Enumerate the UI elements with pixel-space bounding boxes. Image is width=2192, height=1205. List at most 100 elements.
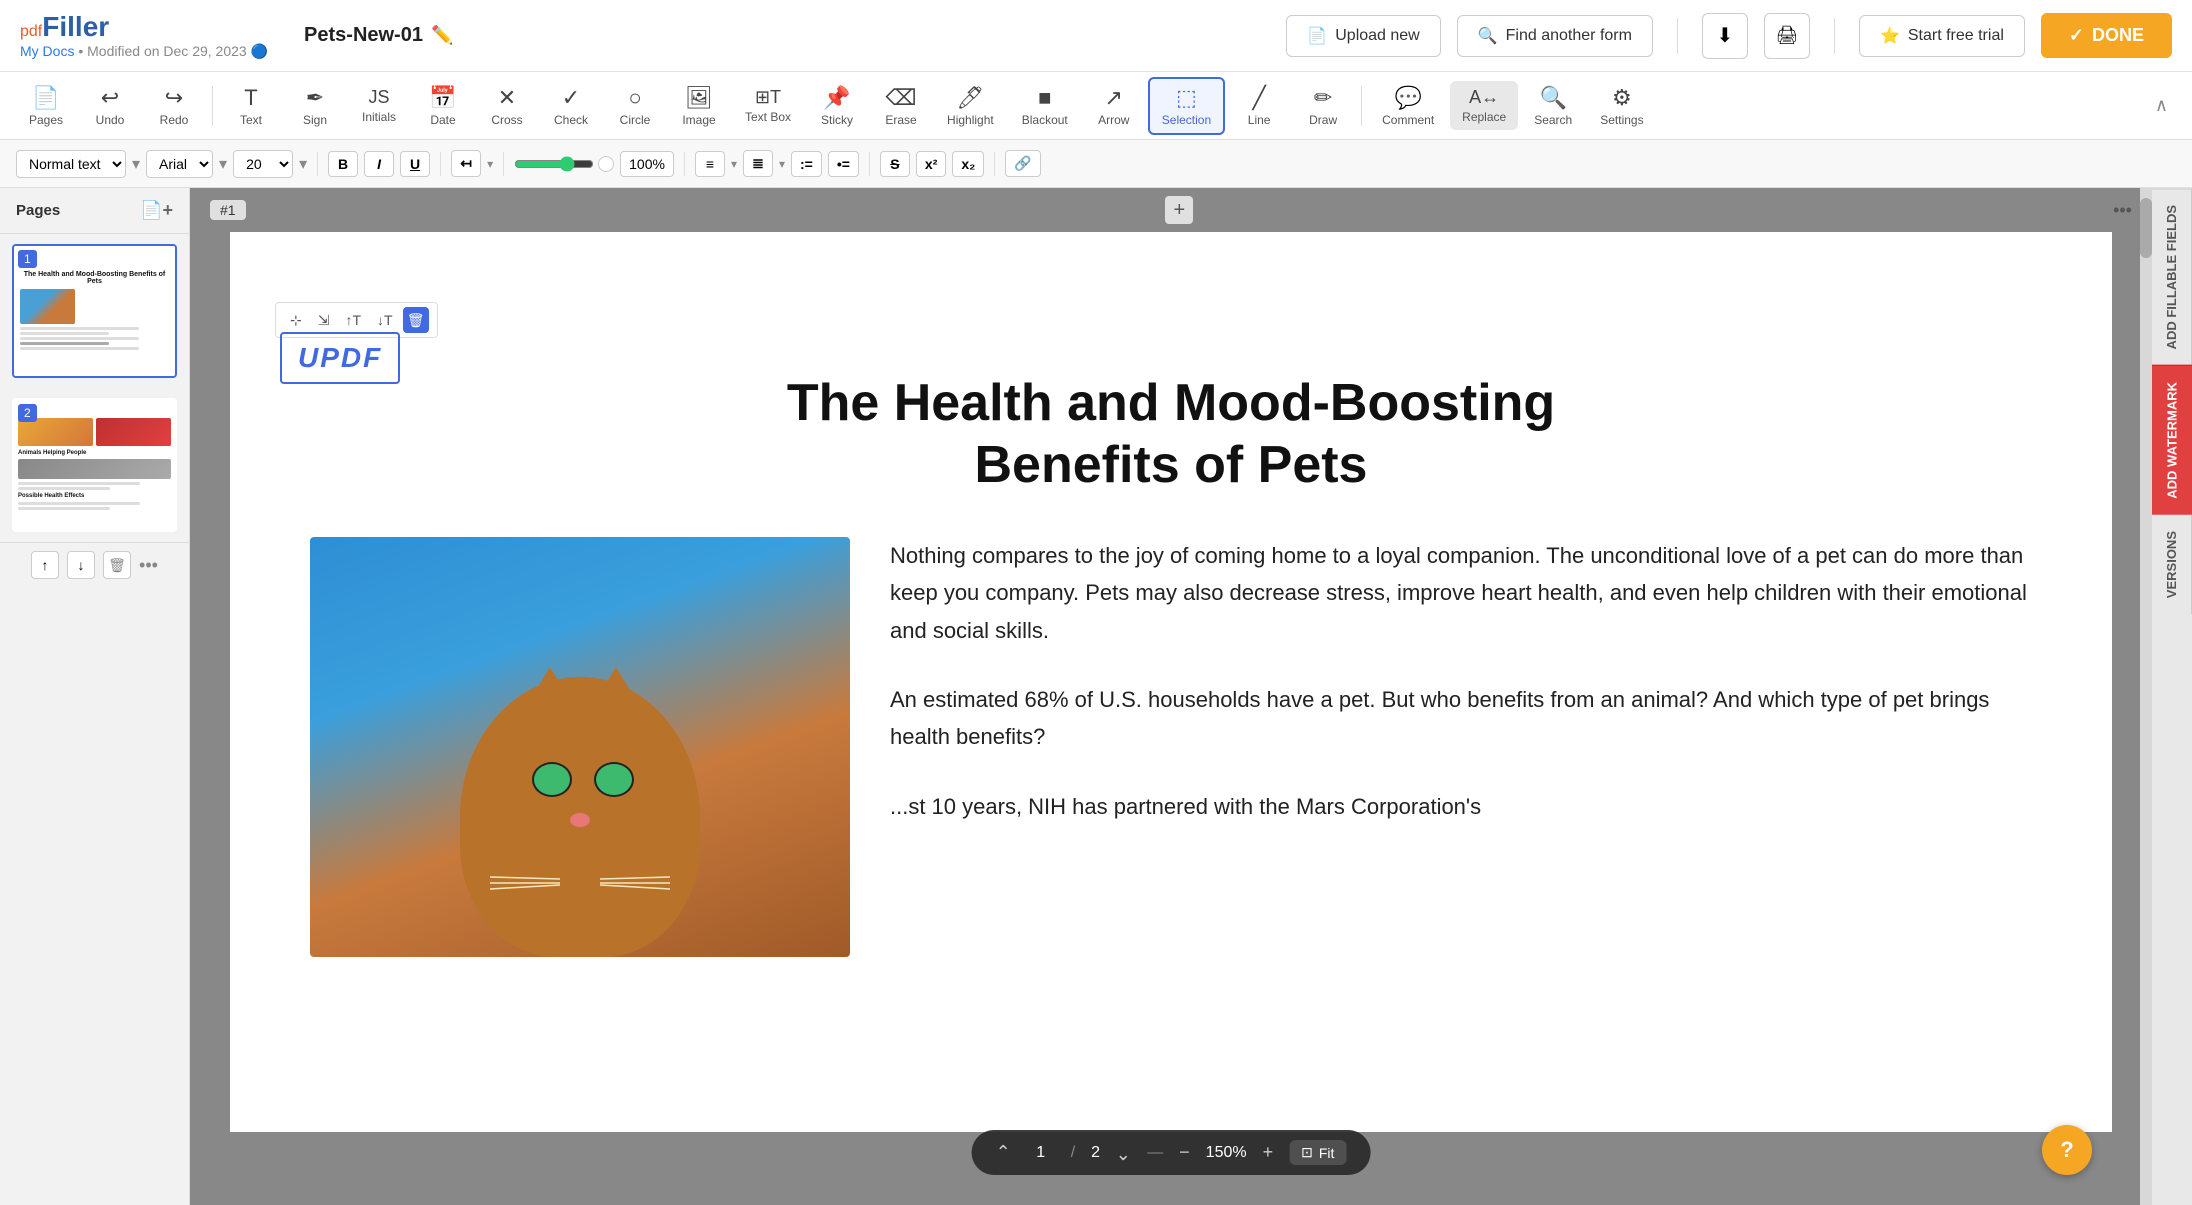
font-size-select[interactable]: 20 <box>233 150 293 178</box>
pdf-title-line1: The Health and Mood-Boosting <box>787 374 1555 432</box>
tool-cross[interactable]: ✕ Cross <box>477 79 537 133</box>
page-down-button[interactable]: ↓ <box>67 551 95 579</box>
pages-panel-add-icon[interactable]: 📄+ <box>140 200 173 221</box>
list-unordered-button[interactable]: •= <box>828 151 859 177</box>
italic-button[interactable]: I <box>364 151 394 177</box>
tool-pages[interactable]: 📄 Pages <box>16 79 76 133</box>
textbox-icon: ⊞T <box>755 87 781 108</box>
tool-line[interactable]: ╱ Line <box>1229 79 1289 133</box>
list-ordered-button[interactable]: := <box>791 151 822 177</box>
tool-date[interactable]: 📅 Date <box>413 79 473 133</box>
stamp-resize-up-icon[interactable]: ↑T <box>339 308 367 332</box>
nav-prev-button[interactable]: ⌃ <box>996 1142 1011 1163</box>
page-delete-button[interactable]: 🗑 <box>103 551 131 579</box>
tool-arrow[interactable]: ↗ Arrow <box>1084 79 1144 133</box>
cat-eye-left <box>532 762 572 797</box>
cross-label: Cross <box>491 113 522 127</box>
subscript-button[interactable]: x₂ <box>952 151 984 177</box>
thumb-line-9 <box>18 507 110 510</box>
pdf-paragraph-1: Nothing compares to the joy of coming ho… <box>890 537 2032 649</box>
page-up-button[interactable]: ↑ <box>31 551 59 579</box>
fit-button[interactable]: ⊡ Fit <box>1289 1140 1346 1165</box>
tool-draw[interactable]: ✏ Draw <box>1293 79 1353 133</box>
done-button[interactable]: ✓ DONE <box>2041 13 2172 58</box>
versions-tab[interactable]: VERSIONS <box>2152 515 2192 614</box>
tool-check[interactable]: ✓ Check <box>541 79 601 133</box>
zoom-out-button[interactable]: − <box>1179 1142 1190 1163</box>
superscript-button[interactable]: x² <box>916 151 946 177</box>
pdf-title: The Health and Mood-Boosting Benefits of… <box>310 372 2032 497</box>
tool-initials[interactable]: JS Initials <box>349 81 409 130</box>
tool-search[interactable]: 🔍 Search <box>1522 79 1584 133</box>
find-another-form-button[interactable]: 🔍 Find another form <box>1457 15 1653 57</box>
upload-icon: 📄 <box>1307 26 1327 46</box>
circle-icon: ○ <box>628 85 641 111</box>
help-button[interactable]: ? <box>2042 1125 2092 1175</box>
page-thumbnail-1[interactable]: 1 The Health and Mood-Boosting Benefits … <box>12 244 177 378</box>
tool-settings[interactable]: ⚙ Settings <box>1588 79 1655 133</box>
toolbar-divider-2 <box>1361 86 1362 126</box>
strikethrough-button[interactable]: S <box>880 151 910 177</box>
tool-textbox[interactable]: ⊞T Text Box <box>733 81 803 130</box>
stamp-move-icon[interactable]: ⊹ <box>284 308 308 333</box>
page-add-button[interactable]: + <box>1165 196 1193 224</box>
page-more-button[interactable]: ••• <box>139 555 158 576</box>
thumb-line-1 <box>20 327 139 330</box>
tool-comment[interactable]: 💬 Comment <box>1370 79 1446 133</box>
tool-blackout[interactable]: ■ Blackout <box>1010 79 1080 133</box>
scrollbar-thumb[interactable] <box>2140 198 2152 258</box>
tool-erase[interactable]: ⌫ Erase <box>871 79 931 133</box>
bold-button[interactable]: B <box>328 151 358 177</box>
my-docs-link[interactable]: My Docs <box>20 43 74 59</box>
tool-text[interactable]: T Text <box>221 79 281 133</box>
link-button[interactable]: 🔗 <box>1005 150 1040 177</box>
toolbar-collapse-btn[interactable]: ∧ <box>2147 87 2176 124</box>
find-form-icon: 🔍 <box>1478 26 1498 46</box>
indent-left-button[interactable]: ↤ <box>451 150 481 177</box>
tool-image[interactable]: 🖼 Image <box>669 79 729 133</box>
zoom-in-button[interactable]: + <box>1263 1142 1274 1163</box>
page-options-button[interactable]: ••• <box>2113 200 2132 221</box>
stamp-scale-icon[interactable]: ⇲ <box>312 308 336 333</box>
draw-icon: ✏ <box>1314 85 1332 111</box>
check-label: Check <box>554 113 588 127</box>
header-divider-2 <box>1834 18 1835 54</box>
start-free-trial-button[interactable]: ⭐ Start free trial <box>1859 15 2025 57</box>
text-style-select[interactable]: Normal text <box>16 150 126 178</box>
page-thumbnail-2[interactable]: 2 Animals Helping People Possible Health… <box>12 398 177 532</box>
add-watermark-tab[interactable]: ADD WATERMARK <box>2152 365 2192 515</box>
date-icon: 📅 <box>429 85 456 111</box>
tool-circle[interactable]: ○ Circle <box>605 79 665 133</box>
underline-button[interactable]: U <box>400 151 430 177</box>
tool-undo[interactable]: ↩ Undo <box>80 79 140 133</box>
line-spacing-button[interactable]: ≣ <box>743 150 773 177</box>
upload-new-button[interactable]: 📄 Upload new <box>1286 15 1440 57</box>
current-page-input[interactable] <box>1027 1144 1055 1162</box>
stamp-resize-down-icon[interactable]: ↓T <box>371 308 399 332</box>
toolbar-divider-1 <box>212 86 213 126</box>
tool-replace[interactable]: A↔ Replace <box>1450 81 1518 130</box>
logo-filler: Filler <box>42 11 109 42</box>
color-slider[interactable] <box>514 156 594 172</box>
tool-sign[interactable]: ✒ Sign <box>285 79 345 133</box>
bottom-navigation: ⌃ / 2 ⌃ — − 150% + ⊡ Fit <box>972 1130 1371 1175</box>
tool-highlight[interactable]: 🖊 Highlight <box>935 79 1006 133</box>
tool-redo[interactable]: ↪ Redo <box>144 79 204 133</box>
font-select[interactable]: Arial <box>146 150 213 178</box>
format-divider-6 <box>994 152 995 176</box>
edit-title-icon[interactable]: ✏️ <box>431 25 453 46</box>
align-left-button[interactable]: ≡ <box>695 151 725 177</box>
updf-stamp[interactable]: UPDF <box>280 332 400 384</box>
nav-next-button[interactable]: ⌃ <box>1116 1142 1131 1163</box>
download-button[interactable]: ⬇ <box>1702 13 1748 59</box>
tool-sticky[interactable]: 📌 Sticky <box>807 79 867 133</box>
add-fillable-fields-tab[interactable]: ADD FILLABLE FIELDS <box>2152 188 2192 365</box>
undo-icon: ↩ <box>101 85 119 111</box>
logo-subtitle: My Docs • Modified on Dec 29, 2023 🔵 <box>20 43 268 60</box>
stamp-delete-button[interactable]: 🗑 <box>403 307 429 333</box>
text-label: Text <box>240 113 262 127</box>
print-button[interactable]: 🖨 <box>1764 13 1810 59</box>
checkmark-icon: ✓ <box>2069 25 2084 46</box>
logo-pdf: pdf <box>20 23 42 40</box>
tool-selection[interactable]: ⬚ Selection <box>1148 77 1225 135</box>
